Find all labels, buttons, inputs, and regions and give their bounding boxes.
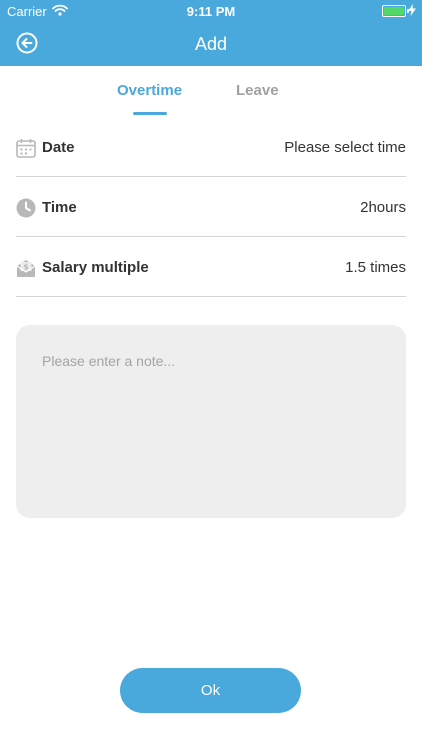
salary-multiple-row[interactable]: $ Salary multiple 1.5 times [16,240,406,297]
status-bar: Carrier 9:11 PM [0,0,422,22]
salary-multiple-label: Salary multiple [42,259,149,276]
time-label: Time [42,199,77,216]
tab-leave[interactable]: Leave [236,82,279,99]
time-value: 2hours [360,199,406,216]
calendar-icon [16,139,36,158]
page-title: Add [194,34,228,54]
app-header: Carrier 9:11 PM Add [0,0,422,66]
active-tab-indicator [133,112,167,115]
battery-icon [382,5,409,17]
clock-icon [16,198,36,218]
date-value: Please select time [284,139,406,156]
note-box [16,325,406,518]
salary-multiple-value: 1.5 times [345,259,406,276]
date-label: Date [42,139,75,156]
status-time: 9:11 PM [186,4,236,19]
charging-bolt-icon [408,4,416,16]
salary-envelope-icon: $ [16,260,36,277]
date-row[interactable]: Date Please select time [16,120,406,177]
tab-overtime[interactable]: Overtime [117,82,182,99]
note-input[interactable] [16,325,406,518]
tab-bar: Overtime Leave [0,82,422,118]
ok-button[interactable]: Ok [120,668,301,713]
time-row[interactable]: Time 2hours [16,180,406,237]
